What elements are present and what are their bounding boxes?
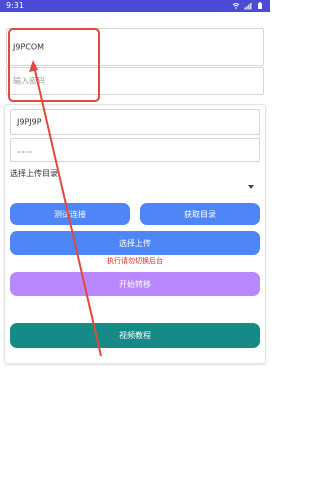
server-input-value: J9PCOM	[13, 42, 45, 52]
directory-dropdown[interactable]	[10, 181, 260, 193]
top-password-placeholder: 输入密码	[13, 76, 45, 86]
username-input-value: J9PJ9P	[17, 117, 42, 127]
start-transfer-button[interactable]: 开始转移	[10, 272, 260, 296]
card-password-input[interactable]: ......	[10, 138, 260, 162]
video-tutorial-button[interactable]: 视频教程	[10, 323, 260, 348]
status-time: 9:31	[6, 1, 24, 10]
wifi-icon	[232, 3, 240, 9]
top-password-input[interactable]: 输入密码	[6, 67, 264, 95]
fetch-directory-button[interactable]: 获取目录	[140, 203, 260, 225]
status-icons	[232, 2, 264, 10]
status-bar: 9:31	[0, 0, 270, 12]
directory-label: 选择上传目录	[10, 169, 58, 178]
select-upload-button[interactable]: 选择上传	[10, 231, 260, 255]
server-input[interactable]: J9PCOM	[6, 28, 264, 66]
card-password-value: ......	[17, 145, 33, 155]
signal-icon	[244, 3, 252, 10]
background-warning: 执行请勿切换后台	[107, 257, 163, 265]
chevron-down-icon	[248, 185, 254, 189]
username-input[interactable]: J9PJ9P	[10, 109, 260, 135]
battery-icon	[258, 2, 262, 9]
test-connection-button[interactable]: 测试连接	[10, 203, 130, 225]
